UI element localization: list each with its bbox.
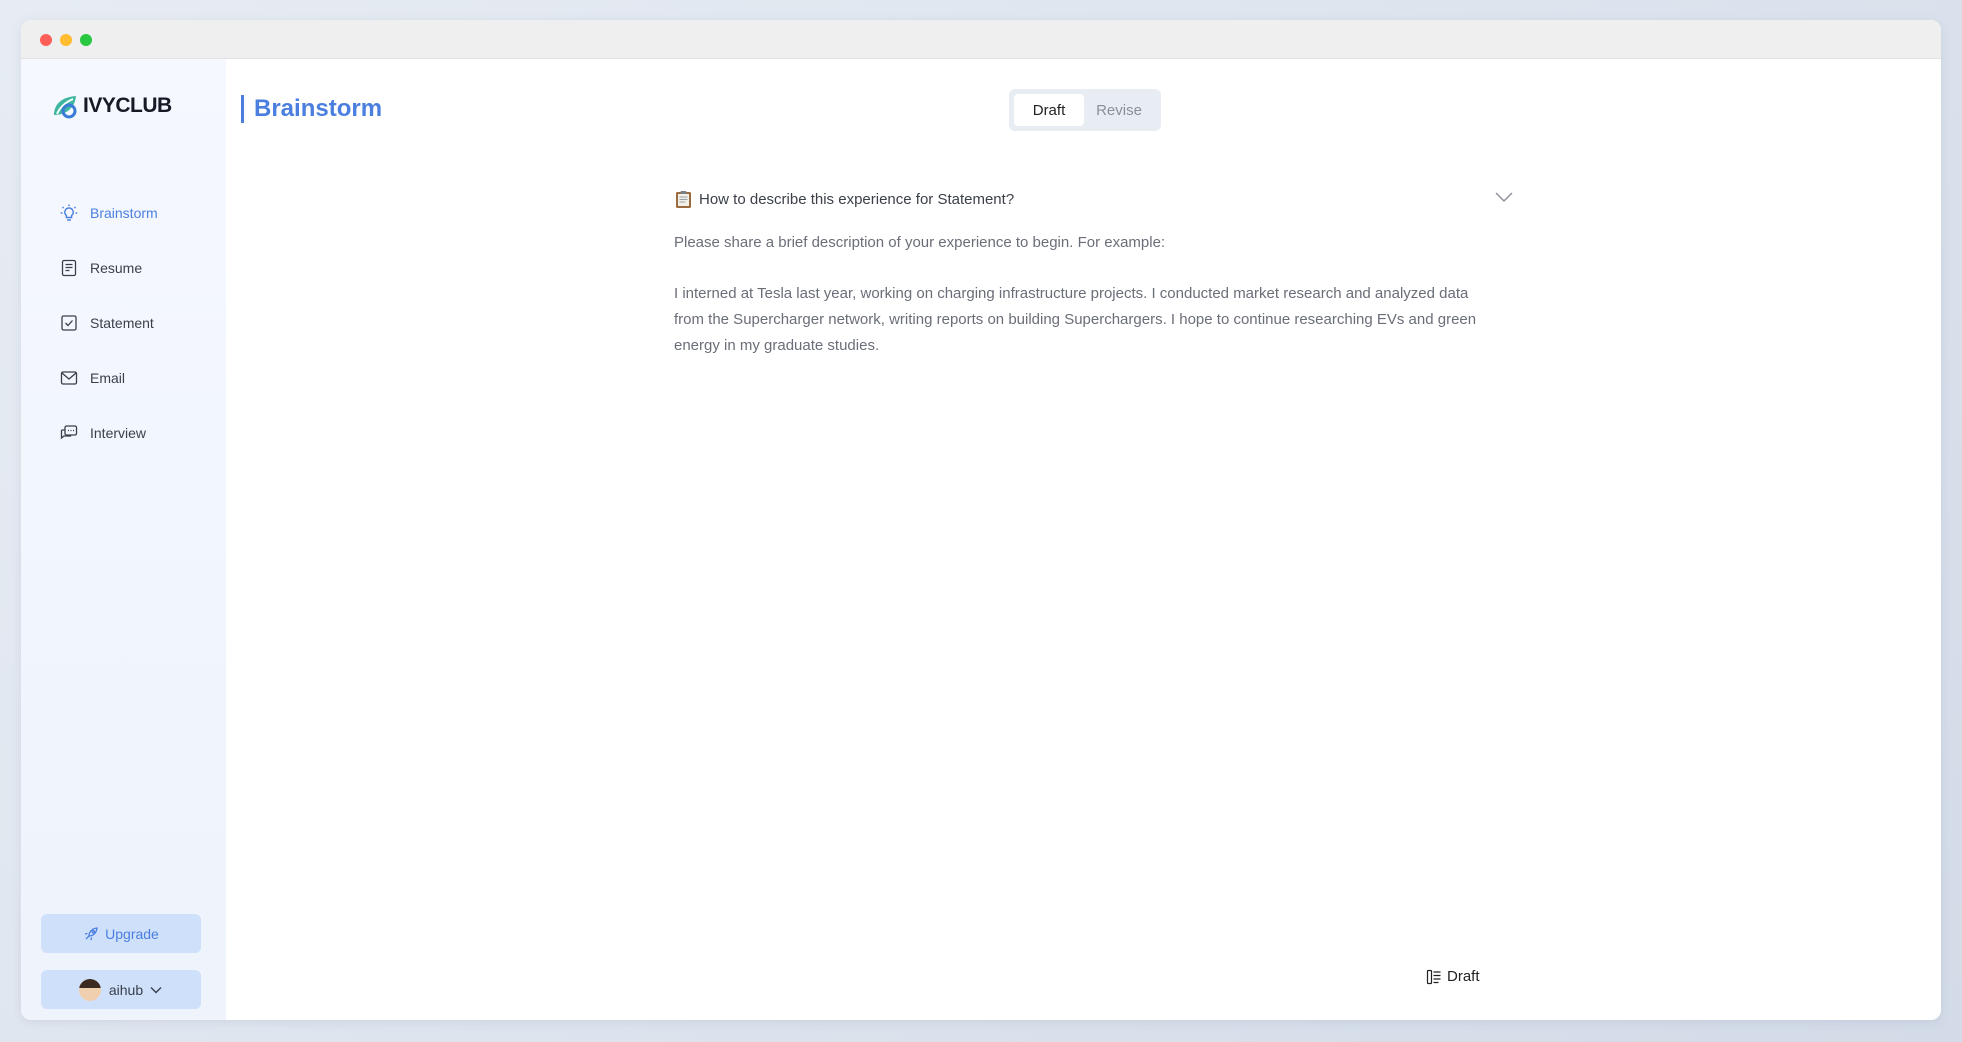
mode-switch: Draft Revise (1009, 89, 1161, 131)
rocket-icon (85, 926, 98, 940)
upgrade-button[interactable]: Upgrade (41, 914, 201, 953)
page-title: Brainstorm (241, 95, 382, 123)
sidebar-item-email[interactable]: Email (59, 350, 209, 405)
maximize-window-button[interactable] (80, 34, 92, 46)
upgrade-label: Upgrade (105, 925, 159, 942)
sidebar-item-label: Resume (90, 259, 143, 276)
sidebar: IVYCLUB Brainstorm Resume Statement Emai… (21, 59, 226, 1020)
minimize-window-button[interactable] (60, 34, 72, 46)
clipboard-icon (676, 190, 691, 208)
example-text: I interned at Tesla last year, working o… (674, 285, 1477, 354)
chat-icon (60, 424, 78, 439)
sidebar-nav: Brainstorm Resume Statement Email Interv… (59, 185, 209, 460)
sidebar-item-interview[interactable]: Interview (59, 405, 209, 460)
question-header[interactable]: How to describe this experience for Stat… (674, 188, 1514, 210)
close-window-button[interactable] (40, 34, 52, 46)
question-text: How to describe this experience for Stat… (699, 190, 1015, 208)
chevron-down-icon (150, 986, 162, 993)
sidebar-item-label: Interview (90, 424, 147, 441)
avatar (78, 978, 101, 1001)
document-icon (61, 259, 77, 276)
draft-button[interactable]: Draft (1426, 968, 1480, 985)
user-menu[interactable]: aihub (41, 970, 201, 1009)
logo-text: IVYCLUB (83, 94, 172, 117)
tab-revise[interactable]: Revise (1084, 94, 1154, 126)
logo-icon (54, 96, 77, 119)
sidebar-item-statement[interactable]: Statement (59, 295, 209, 350)
sidebar-item-label: Email (90, 369, 126, 386)
draft-list-icon (1426, 969, 1441, 984)
lightbulb-icon (60, 204, 78, 221)
title-bar (21, 20, 1941, 59)
app-window: IVYCLUB Brainstorm Resume Statement Emai… (21, 20, 1941, 1020)
sidebar-item-label: Brainstorm (90, 204, 158, 221)
draft-label: Draft (1447, 968, 1480, 985)
guide-panel: How to describe this experience for Stat… (674, 188, 1514, 359)
mail-icon (60, 370, 78, 385)
chevron-down-icon[interactable] (1494, 190, 1514, 204)
intro-text: Please share a brief description of your… (674, 234, 1166, 251)
logo[interactable]: IVYCLUB (51, 93, 172, 119)
sidebar-item-brainstorm[interactable]: Brainstorm (59, 185, 209, 240)
sidebar-item-label: Statement (90, 314, 154, 331)
checkbox-icon (61, 314, 77, 331)
user-name: aihub (108, 981, 144, 998)
tab-draft[interactable]: Draft (1014, 94, 1084, 126)
sidebar-item-resume[interactable]: Resume (59, 240, 209, 295)
